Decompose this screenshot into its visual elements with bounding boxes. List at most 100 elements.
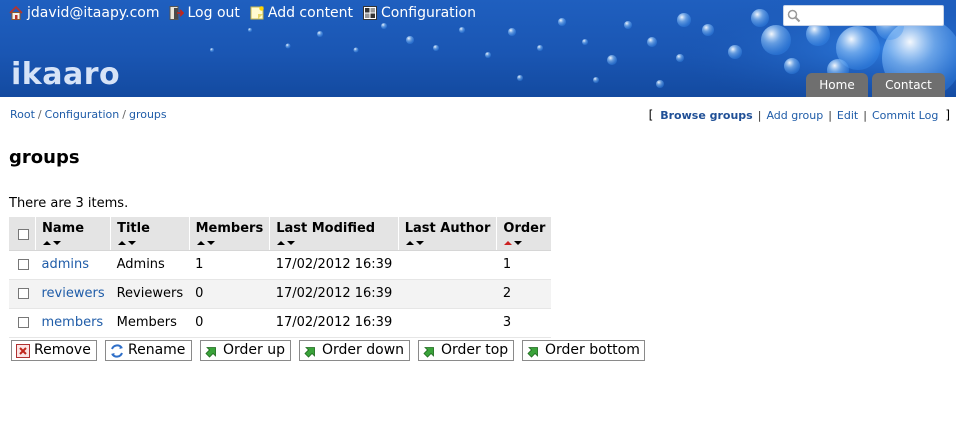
order-top-label: Order top	[441, 342, 509, 358]
breadcrumb-groups[interactable]: groups	[129, 108, 167, 121]
breadcrumb-configuration[interactable]: Configuration	[45, 108, 120, 121]
groups-table: Name Title Members Last Modified Last Au…	[9, 217, 552, 338]
actions-open-bracket: [	[648, 108, 654, 122]
row-checkbox[interactable]	[18, 317, 29, 328]
column-header-order[interactable]: Order	[496, 217, 552, 251]
order-bottom-label: Order bottom	[545, 342, 640, 358]
column-label-last-author: Last Author	[404, 221, 491, 236]
cell-last-author	[398, 250, 497, 280]
order-up-label: Order up	[223, 342, 285, 358]
cell-order: 1	[496, 250, 552, 280]
sort-arrows-active-icon[interactable]	[503, 238, 523, 247]
cell-name: members	[35, 308, 111, 338]
logo[interactable]: ikaaro	[11, 57, 120, 92]
home-icon	[9, 5, 23, 20]
breadcrumb-root[interactable]: Root	[10, 108, 35, 121]
view-actions: [ Browse groups | Add group | Edit | Commit Lo…	[649, 108, 950, 122]
user-email: jdavid@itaapy.com	[27, 5, 160, 21]
row-select-cell	[9, 279, 36, 309]
search-box[interactable]	[783, 5, 944, 26]
rename-icon	[111, 344, 123, 358]
group-link[interactable]: members	[42, 315, 104, 330]
page-title: groups	[9, 147, 80, 168]
column-header-members[interactable]: Members	[188, 217, 270, 251]
cell-title: Reviewers	[110, 279, 190, 309]
column-label-order: Order	[503, 221, 546, 236]
cell-members: 0	[189, 308, 270, 338]
actions-separator: |	[863, 109, 867, 122]
logout-link[interactable]: Log out	[168, 5, 240, 21]
actions-close-bracket: ]	[945, 108, 950, 122]
select-all-header	[9, 217, 36, 251]
action-commit-log[interactable]: Commit Log	[872, 109, 938, 122]
cell-order: 3	[496, 308, 552, 338]
remove-label: Remove	[34, 342, 91, 358]
breadcrumb: Root / Configuration / groups	[10, 108, 167, 121]
cell-title: Members	[110, 308, 190, 338]
actions-separator: |	[757, 109, 762, 122]
row-select-cell	[9, 308, 36, 338]
breadcrumb-separator: /	[37, 108, 42, 121]
column-label-name: Name	[42, 221, 85, 236]
action-browse-groups[interactable]: Browse groups	[660, 109, 752, 122]
rename-button[interactable]: Rename	[105, 340, 192, 361]
row-checkbox[interactable]	[18, 259, 29, 270]
table-row: reviewers Reviewers 0 17/02/2012 16:39 2	[9, 279, 552, 309]
green-arrow-icon	[205, 347, 216, 358]
remove-icon	[16, 344, 30, 358]
logout-icon	[169, 6, 185, 20]
sort-arrows-icon[interactable]	[405, 238, 425, 247]
tab-home[interactable]: Home	[806, 73, 868, 97]
action-add-group[interactable]: Add group	[766, 109, 823, 122]
cell-last-author	[398, 308, 497, 338]
add-content-link[interactable]: Add content	[249, 5, 353, 21]
cell-last-modified: 17/02/2012 16:39	[269, 250, 399, 280]
configuration-link[interactable]: Configuration	[362, 5, 476, 21]
table-row: admins Admins 1 17/02/2012 16:39 1	[9, 250, 552, 280]
cell-last-author	[398, 279, 497, 309]
cell-name: admins	[35, 250, 111, 280]
cell-title: Admins	[110, 250, 190, 280]
note-icon	[250, 6, 264, 20]
table-header-row: Name Title Members Last Modified Last Au…	[9, 217, 552, 251]
action-edit[interactable]: Edit	[837, 109, 858, 122]
actions-separator: |	[828, 109, 832, 122]
green-arrow-icon	[527, 347, 538, 358]
remove-button[interactable]: Remove	[11, 340, 97, 361]
order-down-label: Order down	[322, 342, 405, 358]
breadcrumb-separator: /	[122, 108, 126, 121]
cell-name: reviewers	[35, 279, 111, 309]
column-header-last-modified[interactable]: Last Modified	[269, 217, 399, 251]
cell-members: 0	[189, 279, 270, 309]
user-link[interactable]: jdavid@itaapy.com	[8, 5, 159, 21]
select-all-checkbox[interactable]	[18, 229, 29, 240]
sort-arrows-icon[interactable]	[276, 238, 296, 247]
search-input[interactable]	[804, 7, 940, 24]
order-top-button[interactable]: Order top	[418, 340, 514, 361]
configuration-label: Configuration	[381, 5, 476, 21]
group-link[interactable]: admins	[42, 257, 90, 272]
add-content-label: Add content	[267, 5, 354, 21]
order-down-button[interactable]: Order down	[299, 340, 410, 361]
cell-members: 1	[189, 250, 270, 280]
group-link[interactable]: reviewers	[42, 286, 105, 301]
order-bottom-button[interactable]: Order bottom	[522, 340, 645, 361]
row-select-cell	[9, 250, 36, 280]
order-up-button[interactable]: Order up	[200, 340, 291, 361]
sort-arrows-icon[interactable]	[42, 238, 62, 247]
row-checkbox[interactable]	[18, 288, 29, 299]
column-header-last-author[interactable]: Last Author	[397, 217, 497, 251]
cell-last-modified: 17/02/2012 16:39	[269, 279, 399, 309]
cell-last-modified: 17/02/2012 16:39	[269, 308, 399, 338]
green-arrow-icon	[304, 347, 315, 358]
column-label-last-modified: Last Modified	[276, 221, 376, 236]
green-arrow-icon	[423, 347, 434, 358]
column-header-name[interactable]: Name	[34, 217, 111, 251]
sort-arrows-icon[interactable]	[196, 238, 216, 247]
sort-arrows-icon[interactable]	[117, 238, 137, 247]
item-count: There are 3 items.	[9, 196, 129, 211]
configuration-icon	[363, 6, 378, 20]
table-row: members Members 0 17/02/2012 16:39 3	[9, 308, 552, 338]
tab-contact[interactable]: Contact	[872, 73, 945, 97]
column-header-title[interactable]: Title	[110, 217, 190, 251]
